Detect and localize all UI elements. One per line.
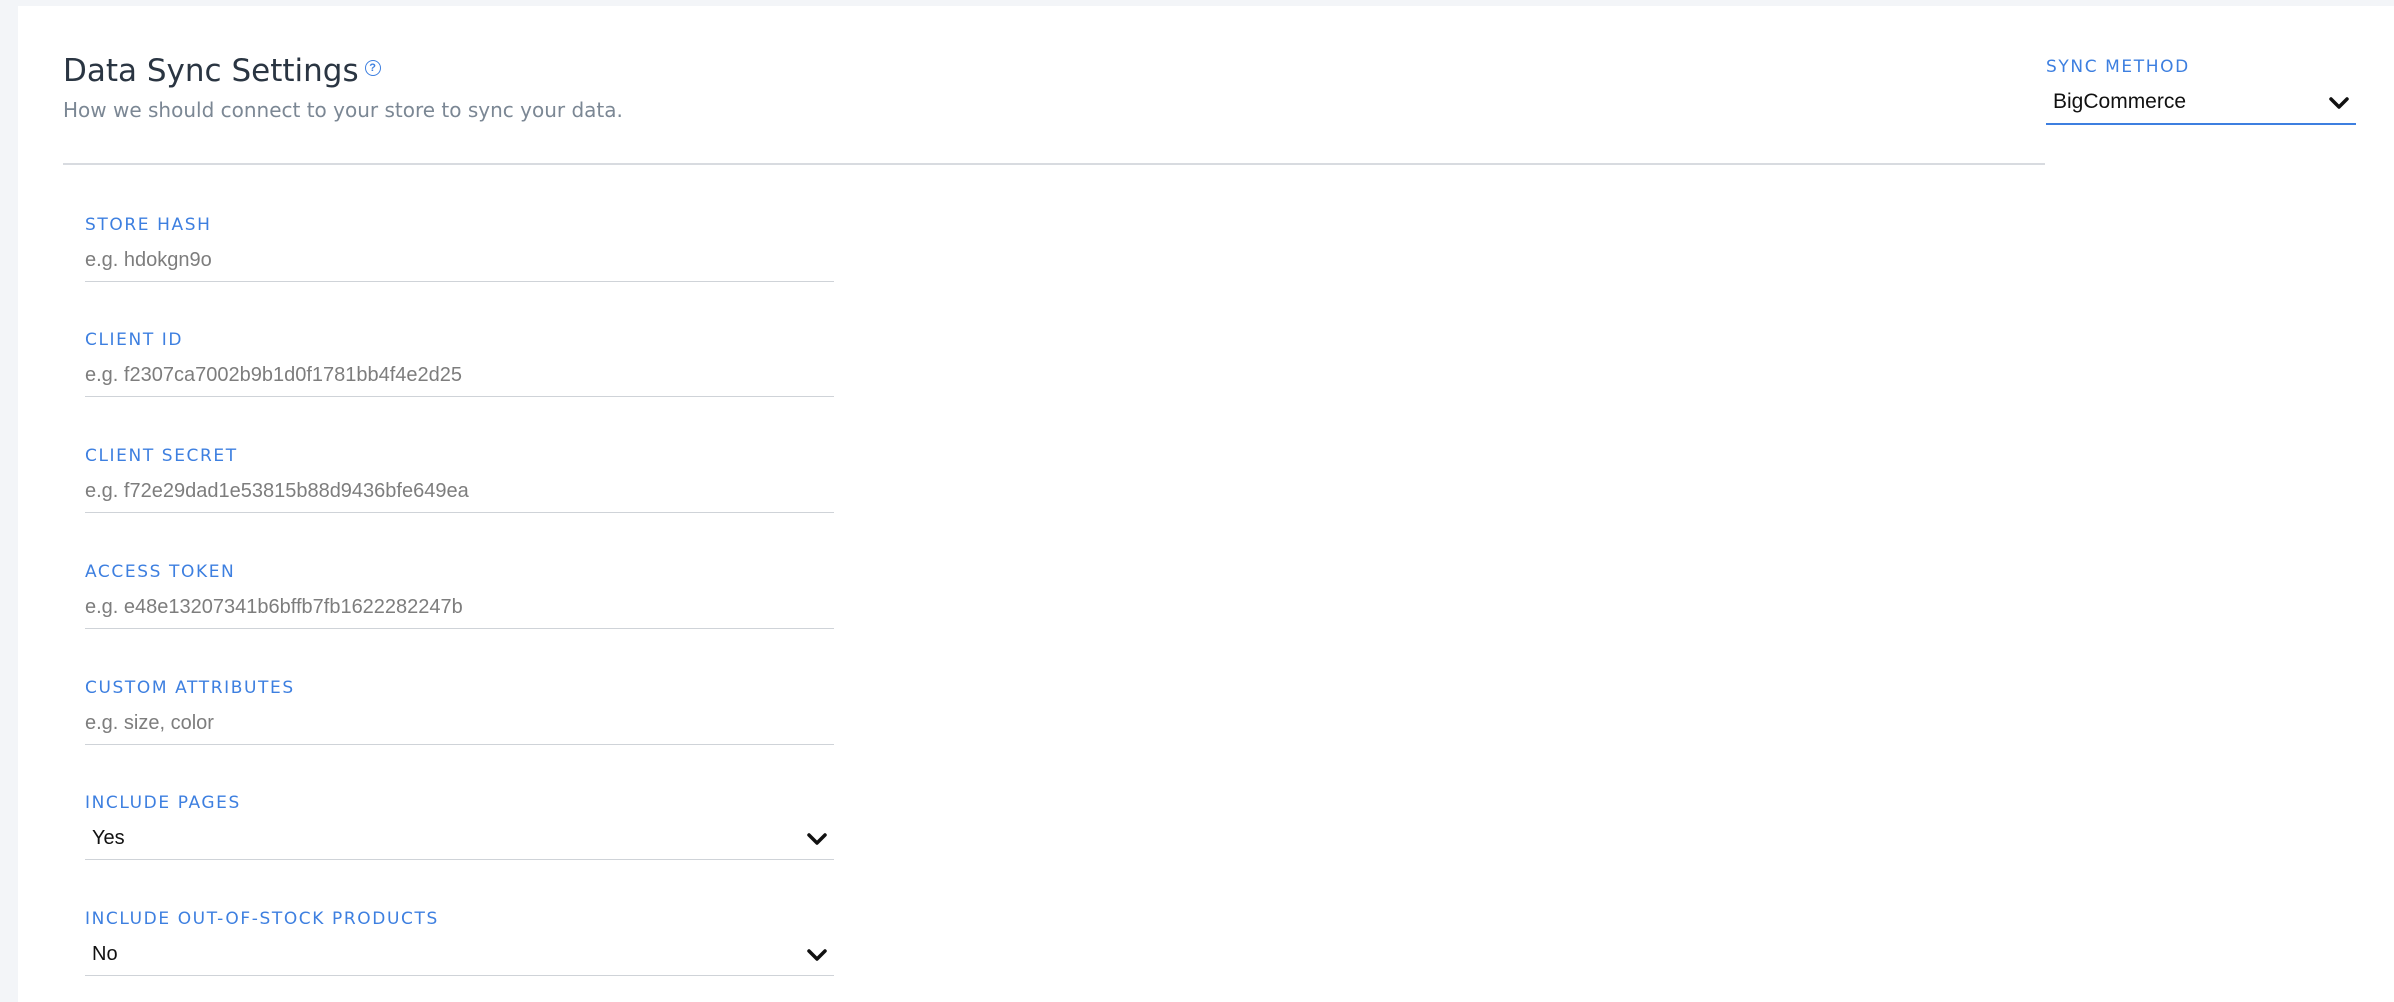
include-oos-value: No — [92, 943, 118, 965]
title-row: Data Sync Settings ? — [63, 46, 623, 96]
client-secret-input[interactable]: e.g. f72e29dad1e53815b88d9436bfe649ea — [85, 472, 834, 513]
custom-attributes-field: CUSTOM ATTRIBUTES e.g. size, color — [85, 678, 834, 745]
store-hash-input[interactable]: e.g. hdokgn9o — [85, 241, 834, 282]
access-token-input[interactable]: e.g. e48e13207341b6bffb7fb1622282247b — [85, 588, 834, 629]
sync-method-select[interactable]: SYNC METHOD BigCommerce — [2046, 57, 2356, 125]
sync-method-dropdown[interactable]: BigCommerce — [2046, 83, 2356, 125]
custom-attributes-input[interactable]: e.g. size, color — [85, 704, 834, 745]
include-oos-field: INCLUDE OUT-OF-STOCK PRODUCTS No — [85, 909, 834, 976]
chevron-down-icon — [807, 833, 827, 845]
include-pages-value: Yes — [92, 827, 125, 849]
page-subtitle: How we should connect to your store to s… — [63, 98, 623, 122]
include-oos-dropdown[interactable]: No — [85, 935, 834, 976]
header-divider — [63, 163, 2045, 165]
store-hash-placeholder: e.g. hdokgn9o — [85, 249, 212, 271]
include-pages-field: INCLUDE PAGES Yes — [85, 793, 834, 860]
sync-method-value: BigCommerce — [2053, 90, 2187, 113]
client-id-input[interactable]: e.g. f2307ca7002b9b1d0f1781bb4f4e2d25 — [85, 356, 834, 397]
client-secret-field: CLIENT SECRET e.g. f72e29dad1e53815b88d9… — [85, 446, 834, 513]
chevron-down-icon — [807, 949, 827, 961]
access-token-field: ACCESS TOKEN e.g. e48e13207341b6bffb7fb1… — [85, 562, 834, 629]
custom-attributes-placeholder: e.g. size, color — [85, 712, 214, 734]
include-pages-label: INCLUDE PAGES — [85, 793, 241, 813]
settings-page: Data Sync Settings ? How we should conne… — [18, 6, 2394, 1002]
page-header: Data Sync Settings ? How we should conne… — [63, 46, 623, 122]
sync-method-label: SYNC METHOD — [2046, 57, 2190, 77]
custom-attributes-label: CUSTOM ATTRIBUTES — [85, 678, 295, 698]
client-id-label: CLIENT ID — [85, 330, 184, 350]
include-pages-dropdown[interactable]: Yes — [85, 819, 834, 860]
store-hash-field: STORE HASH e.g. hdokgn9o — [85, 215, 834, 282]
store-hash-label: STORE HASH — [85, 215, 212, 235]
include-oos-label: INCLUDE OUT-OF-STOCK PRODUCTS — [85, 909, 439, 929]
page-title: Data Sync Settings — [63, 53, 359, 89]
chevron-down-icon — [2329, 97, 2349, 109]
access-token-placeholder: e.g. e48e13207341b6bffb7fb1622282247b — [85, 596, 463, 618]
client-secret-placeholder: e.g. f72e29dad1e53815b88d9436bfe649ea — [85, 480, 469, 502]
client-id-field: CLIENT ID e.g. f2307ca7002b9b1d0f1781bb4… — [85, 330, 834, 397]
help-circle-icon[interactable]: ? — [364, 60, 381, 76]
client-secret-label: CLIENT SECRET — [85, 446, 238, 466]
access-token-label: ACCESS TOKEN — [85, 562, 236, 582]
client-id-placeholder: e.g. f2307ca7002b9b1d0f1781bb4f4e2d25 — [85, 364, 463, 386]
